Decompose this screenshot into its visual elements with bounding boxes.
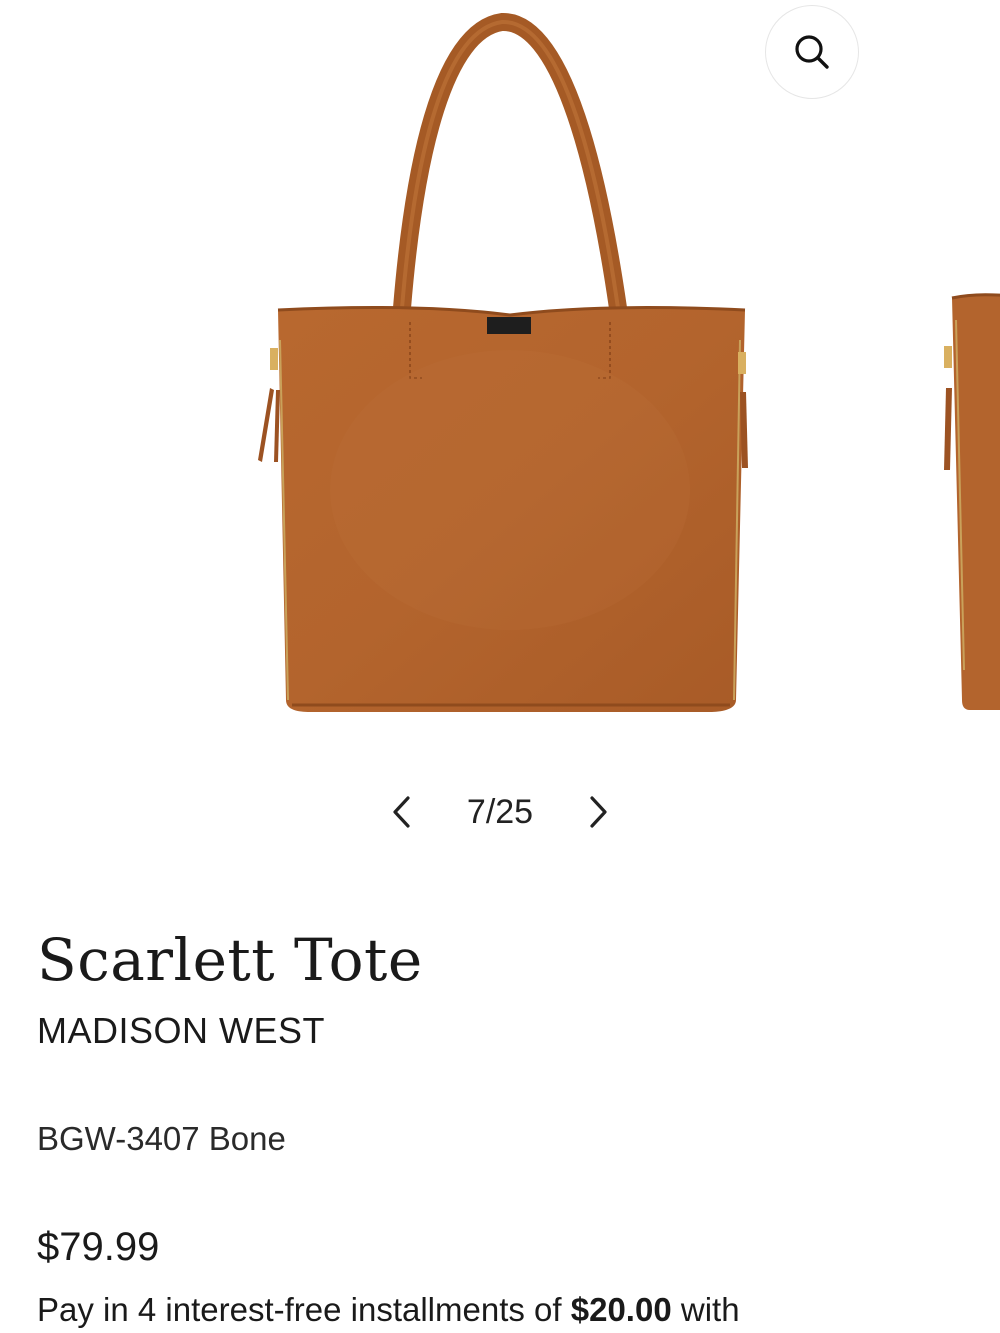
zoom-button[interactable] <box>765 5 859 99</box>
chevron-right-icon <box>590 796 607 828</box>
installments-suffix: with <box>671 1291 740 1328</box>
product-brand[interactable]: MADISON WEST <box>37 1008 325 1054</box>
installments-prefix: Pay in 4 interest-free installments of <box>37 1291 571 1328</box>
image-counter: 7/25 <box>466 793 534 831</box>
next-image-peek[interactable] <box>930 280 1000 720</box>
product-title: Scarlett Tote <box>37 926 423 994</box>
product-sku: BGW-3407 Bone <box>37 1120 286 1157</box>
chevron-left-icon <box>393 796 410 828</box>
product-image[interactable] <box>240 10 780 730</box>
previous-image-button[interactable] <box>380 790 424 834</box>
gallery-pager: 7/25 <box>0 780 1000 844</box>
product-price: $79.99 <box>37 1225 160 1269</box>
product-gallery[interactable] <box>0 0 1000 760</box>
search-icon <box>795 35 829 69</box>
installments-text: Pay in 4 interest-free installments of $… <box>37 1288 740 1332</box>
installments-amount: $20.00 <box>570 1291 672 1328</box>
next-image-button[interactable] <box>576 790 620 834</box>
